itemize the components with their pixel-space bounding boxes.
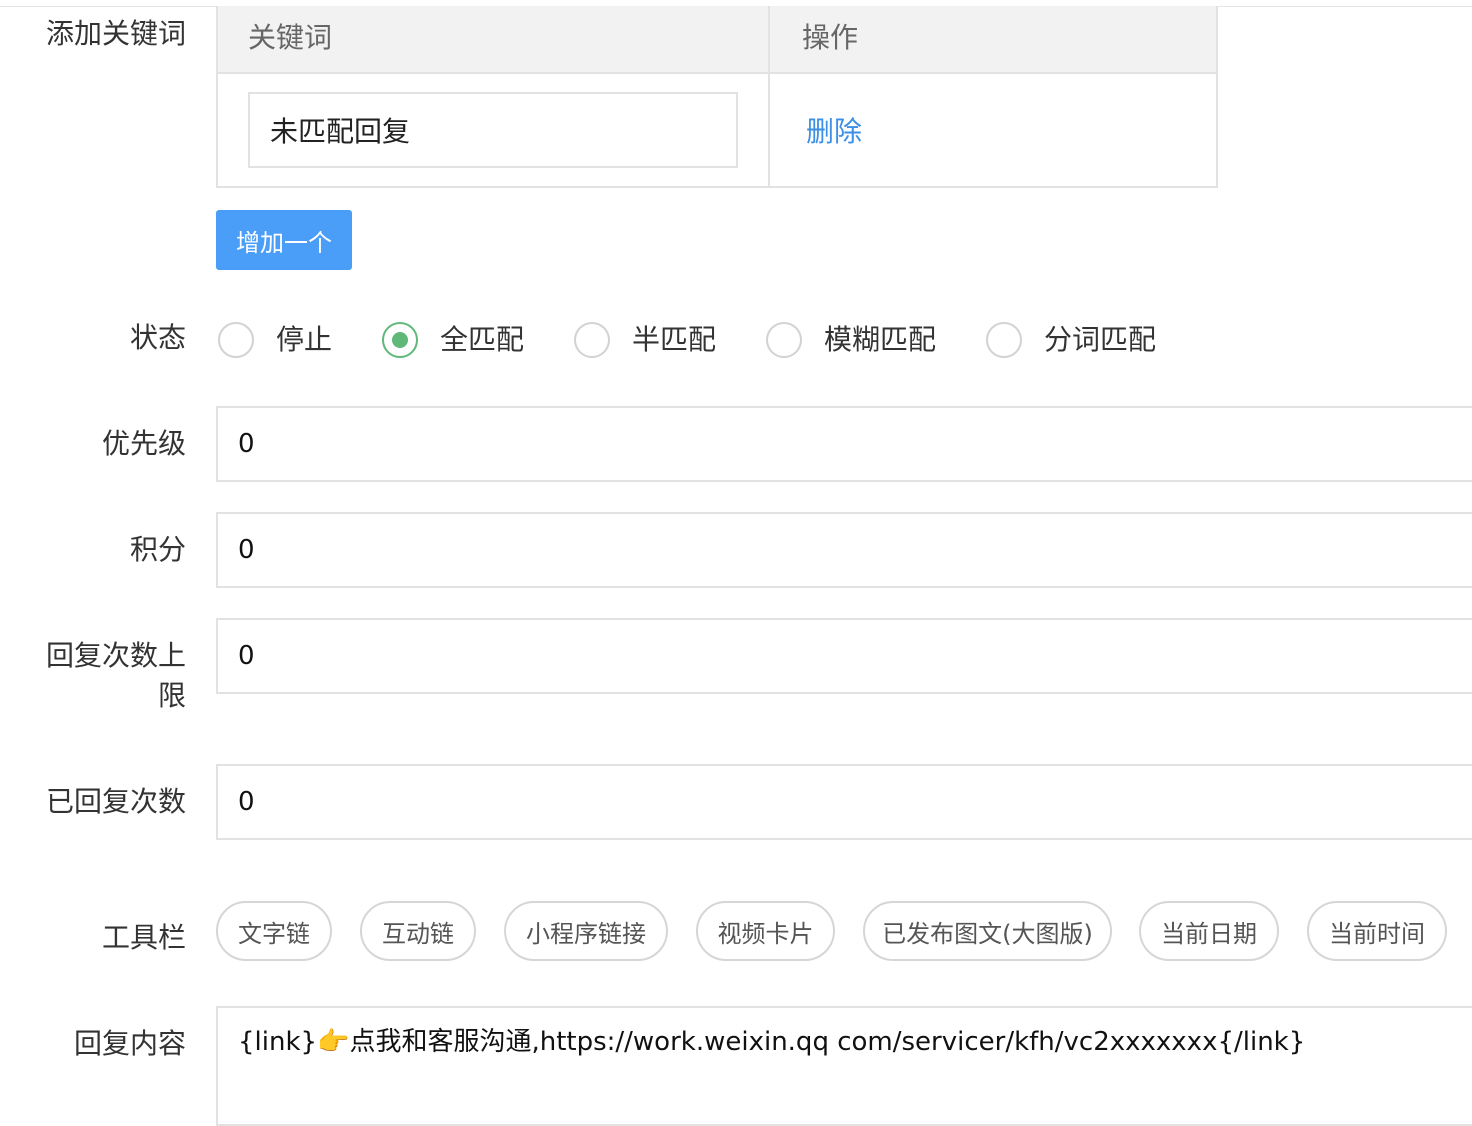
reply-limit-input[interactable] bbox=[216, 618, 1472, 694]
radio-label: 分词匹配 bbox=[1044, 323, 1157, 356]
status-radio-exact-match[interactable]: 全匹配 bbox=[382, 320, 524, 360]
points-input[interactable] bbox=[216, 512, 1472, 588]
add-keyword-button[interactable]: 增加一个 bbox=[216, 210, 352, 270]
status-radio-stop[interactable]: 停止 bbox=[218, 320, 332, 360]
radio-circle[interactable] bbox=[218, 322, 254, 358]
status-label: 状态 bbox=[129, 321, 186, 354]
priority-input[interactable] bbox=[216, 406, 1472, 482]
reply-content-textarea[interactable]: {link}👉点我和客服沟通,https://work.weixin.qq co… bbox=[216, 1006, 1472, 1126]
radio-label: 半匹配 bbox=[632, 323, 717, 356]
toolbar-interactive-link-button[interactable]: 互动链 bbox=[360, 901, 476, 961]
keywords-label: 添加关键词 bbox=[45, 17, 186, 50]
keywords-table-header: 关键词 操作 bbox=[218, 6, 1216, 74]
reply-count-label: 已回复次数 bbox=[45, 785, 186, 818]
radio-circle[interactable] bbox=[766, 322, 802, 358]
toolbar-current-time-button[interactable]: 当前时间 bbox=[1307, 901, 1447, 961]
keywords-table: 关键词 操作 删除 bbox=[216, 6, 1218, 188]
toolbar-current-date-button[interactable]: 当前日期 bbox=[1139, 901, 1279, 961]
keyword-input[interactable] bbox=[248, 92, 738, 168]
column-divider bbox=[768, 6, 770, 186]
reply-limit-label: 回复次数上限 bbox=[45, 639, 186, 712]
status-radio-segment-match[interactable]: 分词匹配 bbox=[986, 320, 1156, 360]
radio-circle[interactable] bbox=[574, 322, 610, 358]
delete-keyword-link[interactable]: 删除 bbox=[806, 112, 862, 152]
reply-content-text: 点我和客服沟通,https://work.weixin.qq com/servi… bbox=[349, 1027, 1306, 1057]
points-label: 积分 bbox=[129, 533, 186, 566]
toolbar-published-article-button[interactable]: 已发布图文(大图版) bbox=[863, 901, 1112, 961]
radio-label: 全匹配 bbox=[440, 323, 525, 356]
radio-label: 模糊匹配 bbox=[824, 323, 937, 356]
toolbar-text-link-button[interactable]: 文字链 bbox=[216, 901, 332, 961]
radio-circle-checked[interactable] bbox=[382, 322, 418, 358]
column-header-action: 操作 bbox=[802, 21, 859, 54]
status-radio-fuzzy-match[interactable]: 模糊匹配 bbox=[766, 320, 936, 360]
reply-content-label: 回复内容 bbox=[73, 1027, 186, 1060]
pointing-hand-icon: 👉 bbox=[317, 1027, 350, 1057]
reply-count-input[interactable] bbox=[216, 764, 1472, 840]
toolbar-miniprogram-link-button[interactable]: 小程序链接 bbox=[504, 901, 668, 961]
toolbar-video-card-button[interactable]: 视频卡片 bbox=[696, 901, 835, 961]
priority-label: 优先级 bbox=[101, 427, 186, 460]
toolbar-label: 工具栏 bbox=[101, 921, 186, 954]
radio-circle[interactable] bbox=[986, 322, 1022, 358]
status-radio-partial-match[interactable]: 半匹配 bbox=[574, 320, 716, 360]
radio-label: 停止 bbox=[276, 323, 333, 356]
reply-content-link-open: {link} bbox=[238, 1027, 318, 1057]
column-header-keyword: 关键词 bbox=[248, 21, 333, 54]
